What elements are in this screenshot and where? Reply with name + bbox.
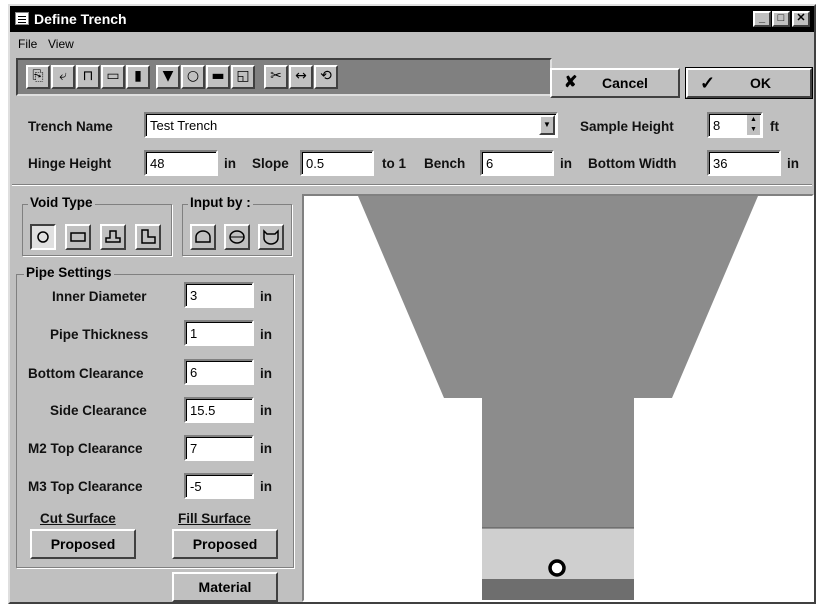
copy-icon[interactable]: ⎘	[26, 65, 50, 89]
cancel-label: Cancel	[602, 75, 648, 91]
bench-unit: in	[560, 156, 572, 171]
ok-label: OK	[750, 75, 771, 91]
maximize-button[interactable]: □	[772, 11, 790, 27]
sample-height-unit: ft	[770, 119, 779, 134]
check-icon: ✓	[700, 73, 716, 93]
menu-bar: File View	[10, 33, 814, 55]
slope-unit: to 1	[382, 156, 407, 171]
spin-down-icon[interactable]: ▼	[747, 125, 760, 135]
define-trench-window: Define Trench _ □ ✕ File View ⎘ ⤶ ⊓ ▭ ▮ …	[8, 4, 816, 604]
m3-top-clearance-unit: in	[260, 479, 272, 494]
pipe-thickness-unit: in	[260, 327, 272, 342]
arch-outline-icon	[195, 230, 211, 243]
sample-height-label: Sample Height	[580, 119, 674, 134]
box-culvert-icon	[141, 229, 156, 244]
cut-icon[interactable]: ✂	[264, 65, 288, 89]
bottom-clearance-unit: in	[260, 366, 272, 381]
void-type-arch-button[interactable]	[100, 224, 126, 250]
spin-up-icon[interactable]: ▲	[747, 115, 760, 125]
void-type-title: Void Type	[28, 195, 95, 210]
bottom-clearance-label: Bottom Clearance	[28, 366, 144, 381]
ok-button[interactable]: ✓ OK	[685, 67, 813, 99]
bottom-width-unit: in	[787, 156, 799, 171]
ellipse-icon	[229, 230, 245, 244]
close-button[interactable]: ✕	[792, 11, 810, 27]
trench-name-label: Trench Name	[28, 119, 113, 134]
menu-file[interactable]: File	[18, 37, 37, 51]
input-by-cup-button[interactable]	[258, 224, 284, 250]
inner-diameter-field[interactable]: 3	[184, 282, 254, 308]
cancel-icon: ✘	[564, 74, 578, 91]
dimension-icon[interactable]: ↔	[289, 65, 313, 89]
arch-icon	[105, 230, 121, 243]
bench-field[interactable]: 6	[480, 150, 554, 176]
cancel-button[interactable]: ✘ Cancel	[550, 68, 680, 98]
bottom-clearance-field[interactable]: 6	[184, 359, 254, 385]
title-bar[interactable]: Define Trench _ □ ✕	[10, 6, 814, 32]
hinge-height-label: Hinge Height	[28, 156, 112, 171]
pipe-settings-title: Pipe Settings	[24, 265, 114, 280]
trench-base-zone	[482, 579, 634, 600]
fill-surface-button[interactable]: Proposed	[172, 529, 278, 559]
trench-cross-section	[358, 196, 758, 600]
window-title: Define Trench	[34, 11, 127, 27]
pipe-void-circle	[548, 559, 566, 577]
material-button[interactable]: Material	[172, 572, 278, 602]
circle-icon[interactable]: ○	[181, 65, 205, 89]
trench-preview-canvas[interactable]	[302, 194, 814, 602]
hinge-height-unit: in	[224, 156, 236, 171]
shape-edit-icon[interactable]: ◱	[231, 65, 255, 89]
input-by-arch-button[interactable]	[190, 224, 216, 250]
circle-icon	[37, 231, 49, 243]
m2-top-clearance-field[interactable]: 7	[184, 435, 254, 461]
rectangle-icon[interactable]: ▬	[206, 65, 230, 89]
side-clearance-label: Side Clearance	[50, 403, 147, 418]
sample-height-value: 8	[713, 118, 721, 133]
sample-height-spinner[interactable]: 8 ▲ ▼	[707, 112, 763, 138]
toolbar: ⎘ ⤶ ⊓ ▭ ▮ ▼ ○ ▬ ◱ ✂ ↔ ⟲	[16, 58, 552, 96]
dropdown-arrow-icon[interactable]: ▼	[539, 115, 555, 135]
trench-name-dropdown[interactable]: Test Trench ▼	[144, 112, 558, 138]
bench-label: Bench	[424, 156, 466, 171]
rectangle-icon	[70, 232, 86, 242]
pipe-thickness-field[interactable]: 1	[184, 320, 254, 346]
chart-icon[interactable]: ▮	[126, 65, 150, 89]
void-type-rectangle-button[interactable]	[65, 224, 91, 250]
inner-diameter-label: Inner Diameter	[52, 289, 147, 304]
trench-name-value: Test Trench	[150, 118, 218, 133]
paste-icon[interactable]: ⤶	[51, 65, 75, 89]
hinge-height-field[interactable]: 48	[144, 150, 218, 176]
rotate-icon[interactable]: ⟲	[314, 65, 338, 89]
window-icon[interactable]: ▭	[101, 65, 125, 89]
slope-field[interactable]: 0.5	[300, 150, 374, 176]
cut-surface-label: Cut Surface	[40, 511, 116, 526]
m3-top-clearance-label: M3 Top Clearance	[28, 479, 143, 494]
side-clearance-field[interactable]: 15.5	[184, 397, 254, 423]
bottom-width-field[interactable]: 36	[707, 150, 781, 176]
cut-surface-button[interactable]: Proposed	[30, 529, 136, 559]
trench-shape-icon[interactable]: ⊓	[76, 65, 100, 89]
input-by-ellipse-button[interactable]	[224, 224, 250, 250]
bottom-width-label: Bottom Width	[588, 156, 677, 171]
slope-label: Slope	[252, 156, 289, 171]
fill-surface-label: Fill Surface	[178, 511, 251, 526]
input-by-title: Input by :	[188, 195, 253, 210]
m3-top-clearance-field[interactable]: -5	[184, 473, 254, 499]
cup-icon	[263, 229, 279, 245]
m2-top-clearance-unit: in	[260, 441, 272, 456]
m2-top-clearance-label: M2 Top Clearance	[28, 441, 143, 456]
inner-diameter-unit: in	[260, 289, 272, 304]
void-type-box-culvert-button[interactable]	[135, 224, 161, 250]
funnel-icon[interactable]: ▼	[156, 65, 180, 89]
void-type-circle-button[interactable]	[30, 224, 56, 250]
pipe-thickness-label: Pipe Thickness	[50, 327, 149, 342]
window-menu-icon[interactable]	[15, 12, 29, 25]
side-clearance-unit: in	[260, 403, 272, 418]
menu-view[interactable]: View	[48, 37, 74, 51]
header-divider	[12, 184, 812, 185]
minimize-button[interactable]: _	[753, 11, 771, 27]
